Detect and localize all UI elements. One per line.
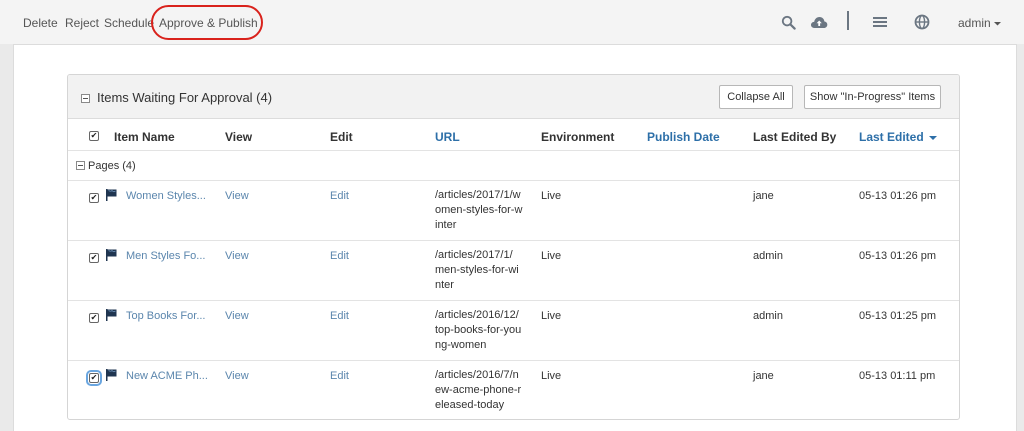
url-line: omen-styles-for-w bbox=[435, 204, 523, 216]
group-collapse-icon[interactable] bbox=[76, 161, 85, 170]
row-checkbox[interactable] bbox=[89, 253, 99, 263]
col-publish-date[interactable]: Publish Date bbox=[647, 130, 720, 144]
flag-icon bbox=[106, 369, 117, 381]
item-name-link[interactable]: Top Books For... bbox=[126, 310, 205, 322]
col-last-edited-label: Last Edited bbox=[859, 130, 924, 144]
edit-link[interactable]: Edit bbox=[330, 190, 349, 202]
col-environment: Environment bbox=[541, 130, 615, 144]
col-item-name: Item Name bbox=[114, 130, 175, 144]
url-line: inter bbox=[435, 219, 457, 231]
url-cell: /articles/2016/7/n ew-acme-phone-r eleas… bbox=[435, 368, 521, 413]
col-last-edited-by: Last Edited By bbox=[753, 130, 837, 144]
url-line: /articles/2016/7/n bbox=[435, 369, 519, 381]
edit-link[interactable]: Edit bbox=[330, 250, 349, 262]
widget-header: Items Waiting For Approval (4) Collapse … bbox=[68, 75, 959, 119]
select-all-checkbox[interactable] bbox=[89, 131, 99, 141]
url-line: nter bbox=[435, 279, 454, 291]
widget-title: Items Waiting For Approval (4) bbox=[97, 90, 273, 105]
url-line: /articles/2017/1/ bbox=[435, 249, 513, 261]
environment-cell: Live bbox=[541, 190, 562, 202]
item-name-link[interactable]: New ACME Ph... bbox=[126, 370, 208, 382]
collapse-all-button[interactable]: Collapse All bbox=[719, 85, 793, 109]
delete-button[interactable]: Delete bbox=[23, 16, 58, 30]
group-label: Pages (4) bbox=[88, 160, 136, 172]
menu-icon[interactable] bbox=[871, 13, 889, 31]
last-edited-by-cell: jane bbox=[753, 370, 774, 382]
view-link[interactable]: View bbox=[225, 370, 249, 382]
item-name-link[interactable]: Women Styles... bbox=[126, 190, 206, 202]
last-edited-cell: 05-13 01:26 pm bbox=[859, 190, 937, 202]
reject-button[interactable]: Reject bbox=[65, 16, 99, 30]
url-line: eleased-today bbox=[435, 399, 505, 411]
cloud-upload-icon[interactable] bbox=[810, 13, 828, 31]
row-checkbox[interactable] bbox=[89, 313, 99, 323]
url-line: /articles/2017/1/w bbox=[435, 189, 521, 201]
table-row[interactable]: Top Books For... View Edit /articles/201… bbox=[68, 301, 959, 361]
show-in-progress-button[interactable]: Show "In-Progress" Items bbox=[804, 85, 941, 109]
toolbar-divider bbox=[847, 11, 849, 30]
col-edit: Edit bbox=[330, 130, 353, 144]
sort-desc-icon bbox=[928, 135, 937, 140]
approval-widget: Items Waiting For Approval (4) Collapse … bbox=[67, 74, 960, 420]
environment-cell: Live bbox=[541, 370, 562, 382]
last-edited-cell: 05-13 01:11 pm bbox=[859, 370, 936, 382]
last-edited-cell: 05-13 01:25 pm bbox=[859, 310, 937, 322]
url-line: ng-women bbox=[435, 339, 487, 351]
table-row[interactable]: Women Styles... View Edit /articles/2017… bbox=[68, 181, 959, 241]
view-link[interactable]: View bbox=[225, 250, 249, 262]
schedule-button[interactable]: Schedule bbox=[104, 16, 154, 30]
url-line: top-books-for-you bbox=[435, 324, 522, 336]
flag-icon bbox=[106, 189, 117, 201]
search-icon[interactable] bbox=[779, 13, 797, 31]
view-link[interactable]: View bbox=[225, 310, 249, 322]
url-line: men-styles-for-wi bbox=[435, 264, 519, 276]
col-url[interactable]: URL bbox=[435, 130, 460, 144]
url-cell: /articles/2017/1/ men-styles-for-wi nter bbox=[435, 248, 519, 293]
last-edited-by-cell: jane bbox=[753, 190, 774, 202]
edit-link[interactable]: Edit bbox=[330, 370, 349, 382]
edit-link[interactable]: Edit bbox=[330, 310, 349, 322]
top-toolbar: Delete Reject Schedule Approve & Publish… bbox=[0, 0, 1024, 44]
table-row[interactable]: Men Styles Fo... View Edit /articles/201… bbox=[68, 241, 959, 301]
divider bbox=[68, 150, 959, 151]
chevron-down-icon bbox=[993, 21, 1001, 26]
url-line: ew-acme-phone-r bbox=[435, 384, 522, 396]
environment-cell: Live bbox=[541, 250, 562, 262]
user-name: admin bbox=[958, 16, 991, 30]
view-link[interactable]: View bbox=[225, 190, 249, 202]
url-line: /articles/2016/12/ bbox=[435, 309, 519, 321]
globe-icon[interactable] bbox=[913, 13, 931, 31]
flag-icon bbox=[106, 309, 117, 321]
url-cell: /articles/2017/1/w omen-styles-for-w int… bbox=[435, 188, 522, 233]
environment-cell: Live bbox=[541, 310, 562, 322]
row-checkbox[interactable] bbox=[86, 370, 102, 386]
flag-icon bbox=[106, 249, 117, 261]
approve-publish-highlight bbox=[151, 5, 263, 40]
collapse-icon[interactable] bbox=[81, 94, 90, 103]
item-name-link[interactable]: Men Styles Fo... bbox=[126, 250, 205, 262]
last-edited-by-cell: admin bbox=[753, 310, 783, 322]
last-edited-cell: 05-13 01:26 pm bbox=[859, 250, 937, 262]
url-cell: /articles/2016/12/ top-books-for-you ng-… bbox=[435, 308, 521, 353]
row-checkbox[interactable] bbox=[89, 193, 99, 203]
col-last-edited[interactable]: Last Edited bbox=[859, 130, 937, 144]
col-view: View bbox=[225, 130, 253, 144]
last-edited-by-cell: admin bbox=[753, 250, 783, 262]
table-row[interactable]: New ACME Ph... View Edit /articles/2016/… bbox=[68, 361, 959, 419]
user-menu[interactable]: admin bbox=[958, 16, 1002, 30]
